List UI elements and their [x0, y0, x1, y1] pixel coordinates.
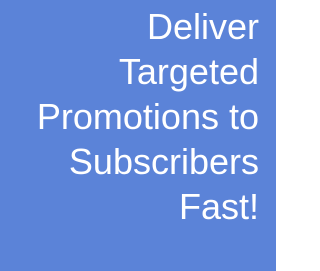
- headline-line-4: Subscribers: [68, 141, 259, 182]
- headline-line-3: Promotions to: [36, 96, 259, 137]
- headline-line-5: Fast!: [178, 186, 259, 227]
- promo-banner: Deliver Targeted Promotions to Subscribe…: [0, 0, 276, 271]
- headline-line-1: Deliver: [146, 6, 259, 47]
- headline-line-2: Targeted: [118, 51, 259, 92]
